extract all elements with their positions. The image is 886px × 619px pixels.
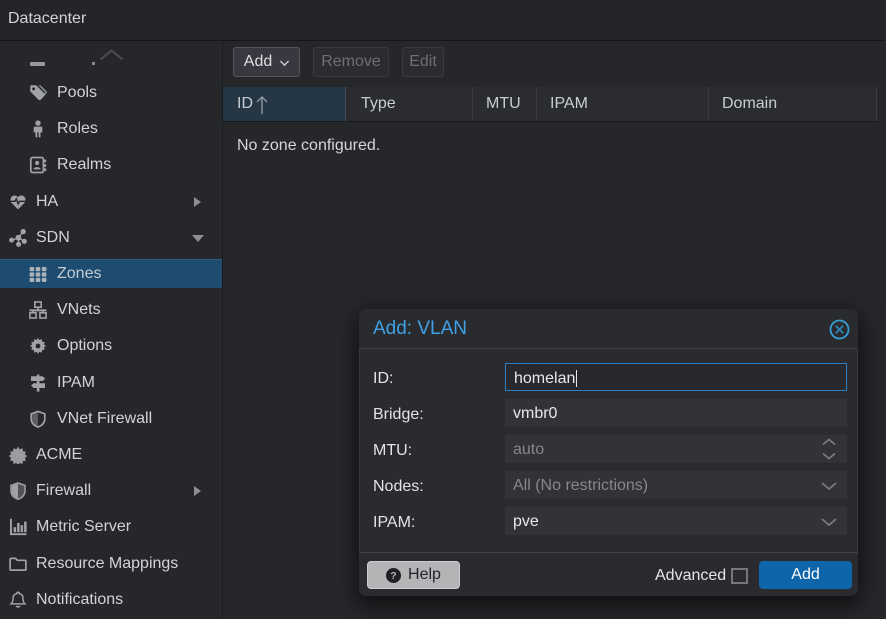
- svg-text:?: ?: [390, 570, 396, 582]
